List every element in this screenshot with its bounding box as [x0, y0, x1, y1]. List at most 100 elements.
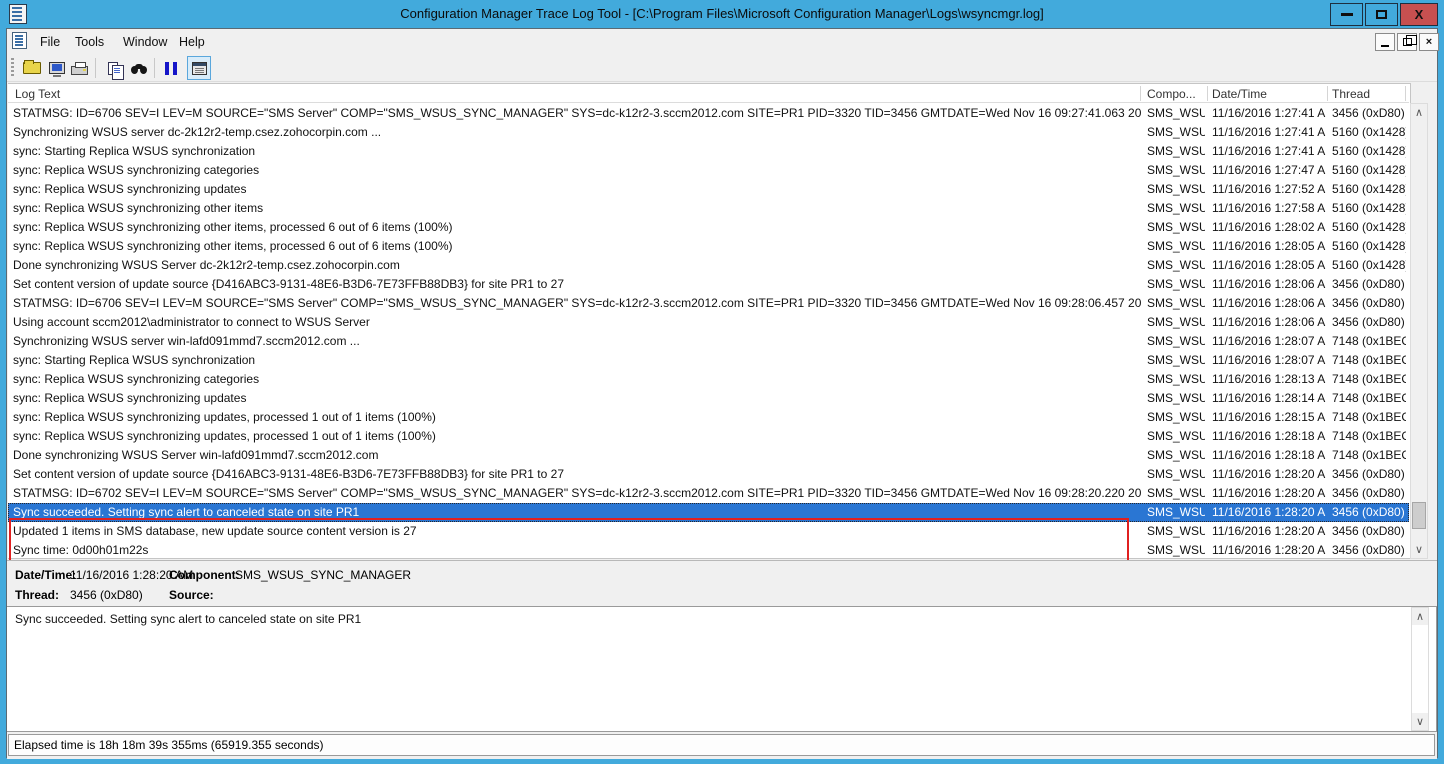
- datetime-cell: 11/16/2016 1:28:18 AM: [1212, 448, 1326, 462]
- log-text-cell: Using account sccm2012\administrator to …: [13, 315, 1141, 329]
- list-vertical-scrollbar[interactable]: ∧ ∨: [1410, 103, 1428, 559]
- column-divider[interactable]: [1405, 86, 1406, 101]
- minimize-icon: [1341, 13, 1353, 16]
- component-cell: SMS_WSUS: [1147, 353, 1205, 367]
- open-folder-icon: [23, 62, 41, 74]
- thread-cell: 5160 (0x1428): [1332, 239, 1406, 253]
- component-cell: SMS_WSUS: [1147, 410, 1205, 424]
- log-row[interactable]: STATMSG: ID=6706 SEV=I LEV=M SOURCE="SMS…: [8, 104, 1409, 123]
- log-row[interactable]: sync: Replica WSUS synchronizing categor…: [8, 370, 1409, 389]
- menu-bar: File Tools Window Help ×: [7, 29, 1437, 54]
- mdi-close-button[interactable]: ×: [1419, 33, 1439, 51]
- open-file-button[interactable]: [20, 56, 44, 80]
- mdi-close-icon: ×: [1426, 36, 1432, 48]
- column-divider[interactable]: [1207, 86, 1208, 101]
- datetime-cell: 11/16/2016 1:28:06 AM: [1212, 277, 1326, 291]
- menu-tools[interactable]: Tools: [71, 34, 108, 50]
- menu-window[interactable]: Window: [119, 34, 171, 50]
- mdi-minimize-button[interactable]: [1375, 33, 1395, 51]
- copy-button[interactable]: [101, 56, 125, 80]
- component-cell: SMS_WSUS: [1147, 106, 1205, 120]
- scroll-down-icon[interactable]: ∨: [1411, 541, 1427, 558]
- close-button[interactable]: X: [1400, 3, 1438, 26]
- title-bar[interactable]: Configuration Manager Trace Log Tool - […: [0, 0, 1444, 28]
- log-text-cell: sync: Starting Replica WSUS synchronizat…: [13, 353, 1141, 367]
- message-vertical-scrollbar[interactable]: ∧ ∨: [1411, 607, 1429, 731]
- log-text-cell: Sync time: 0d00h01m22s: [13, 543, 1141, 557]
- log-row[interactable]: sync: Replica WSUS synchronizing updates…: [8, 389, 1409, 408]
- log-text-cell: Sync succeeded. Setting sync alert to ca…: [13, 505, 1141, 519]
- log-row[interactable]: sync: Replica WSUS synchronizing updates…: [8, 408, 1409, 427]
- minimize-button[interactable]: [1330, 3, 1363, 26]
- log-text-cell: Set content version of update source {D4…: [13, 467, 1141, 481]
- scroll-down-icon[interactable]: ∨: [1412, 713, 1428, 730]
- log-row[interactable]: sync: Replica WSUS synchronizing categor…: [8, 161, 1409, 180]
- log-row[interactable]: sync: Replica WSUS synchronizing updates…: [8, 180, 1409, 199]
- component-cell: SMS_WSUS: [1147, 391, 1205, 405]
- log-row[interactable]: sync: Replica WSUS synchronizing other i…: [8, 199, 1409, 218]
- thread-cell: 3456 (0xD80): [1332, 296, 1406, 310]
- toolbar-gripper[interactable]: [11, 58, 14, 78]
- log-row[interactable]: Synchronizing WSUS server dc-2k12r2-temp…: [8, 123, 1409, 142]
- thread-cell: 5160 (0x1428): [1332, 144, 1406, 158]
- component-cell: SMS_WSUS: [1147, 524, 1205, 538]
- datetime-cell: 11/16/2016 1:28:18 AM: [1212, 429, 1326, 443]
- component-cell: SMS_WSUS: [1147, 258, 1205, 272]
- pause-button[interactable]: [159, 56, 183, 80]
- log-row[interactable]: Sync time: 0d00h01m22s SMS_WSUS 11/16/20…: [8, 541, 1409, 560]
- message-detail-toggle-button[interactable]: [187, 56, 211, 80]
- column-header-datetime[interactable]: Date/Time: [1212, 87, 1267, 101]
- print-button[interactable]: [67, 56, 91, 80]
- log-text-cell: sync: Replica WSUS synchronizing other i…: [13, 220, 1141, 234]
- log-row[interactable]: Done synchronizing WSUS Server win-lafd0…: [8, 446, 1409, 465]
- menu-file[interactable]: File: [36, 34, 64, 50]
- column-header-thread[interactable]: Thread: [1332, 87, 1370, 101]
- log-row[interactable]: Sync succeeded. Setting sync alert to ca…: [8, 503, 1409, 522]
- column-header-logtext[interactable]: Log Text: [15, 87, 60, 101]
- component-cell: SMS_WSUS: [1147, 467, 1205, 481]
- find-button[interactable]: [127, 56, 151, 80]
- log-text-cell: sync: Replica WSUS synchronizing updates: [13, 182, 1141, 196]
- detail-datetime-label: Date/Time:: [15, 568, 76, 582]
- datetime-cell: 11/16/2016 1:28:20 AM: [1212, 486, 1326, 500]
- datetime-cell: 11/16/2016 1:27:41 AM: [1212, 125, 1326, 139]
- log-row[interactable]: Done synchronizing WSUS Server dc-2k12r2…: [8, 256, 1409, 275]
- thread-cell: 7148 (0x1BEC): [1332, 372, 1406, 386]
- thread-cell: 7148 (0x1BEC): [1332, 391, 1406, 405]
- log-text-cell: STATMSG: ID=6706 SEV=I LEV=M SOURCE="SMS…: [13, 296, 1141, 310]
- log-row[interactable]: sync: Replica WSUS synchronizing updates…: [8, 427, 1409, 446]
- maximize-button[interactable]: [1365, 3, 1398, 26]
- log-rows: STATMSG: ID=6706 SEV=I LEV=M SOURCE="SMS…: [8, 104, 1409, 560]
- log-row[interactable]: Updated 1 items in SMS database, new upd…: [8, 522, 1409, 541]
- log-text-cell: sync: Replica WSUS synchronizing other i…: [13, 239, 1141, 253]
- column-header-component[interactable]: Compo...: [1147, 87, 1196, 101]
- mdi-restore-button[interactable]: [1397, 33, 1417, 51]
- log-row[interactable]: sync: Starting Replica WSUS synchronizat…: [8, 351, 1409, 370]
- log-text-cell: sync: Starting Replica WSUS synchronizat…: [13, 144, 1141, 158]
- column-divider[interactable]: [1140, 86, 1141, 101]
- log-row[interactable]: Set content version of update source {D4…: [8, 465, 1409, 484]
- log-row[interactable]: Set content version of update source {D4…: [8, 275, 1409, 294]
- datetime-cell: 11/16/2016 1:28:15 AM: [1212, 410, 1326, 424]
- log-row[interactable]: sync: Replica WSUS synchronizing other i…: [8, 237, 1409, 256]
- mdi-minimize-icon: [1381, 45, 1389, 47]
- log-row[interactable]: sync: Replica WSUS synchronizing other i…: [8, 218, 1409, 237]
- log-row[interactable]: STATMSG: ID=6706 SEV=I LEV=M SOURCE="SMS…: [8, 294, 1409, 313]
- log-row[interactable]: sync: Starting Replica WSUS synchronizat…: [8, 142, 1409, 161]
- detail-thread-value: 3456 (0xD80): [70, 588, 143, 602]
- log-row[interactable]: Synchronizing WSUS server win-lafd091mmd…: [8, 332, 1409, 351]
- thread-cell: 7148 (0x1BEC): [1332, 410, 1406, 424]
- message-detail-icon: [192, 62, 207, 75]
- scroll-up-icon[interactable]: ∧: [1412, 608, 1428, 625]
- log-row[interactable]: STATMSG: ID=6702 SEV=I LEV=M SOURCE="SMS…: [8, 484, 1409, 503]
- log-row[interactable]: Using account sccm2012\administrator to …: [8, 313, 1409, 332]
- scroll-up-icon[interactable]: ∧: [1411, 104, 1427, 121]
- scrollbar-thumb[interactable]: [1412, 502, 1426, 529]
- component-cell: SMS_WSUS: [1147, 220, 1205, 234]
- pause-icon: [165, 62, 177, 75]
- close-icon: X: [1415, 7, 1424, 22]
- open-remote-button[interactable]: [45, 56, 69, 80]
- column-divider[interactable]: [1327, 86, 1328, 101]
- datetime-cell: 11/16/2016 1:27:41 AM: [1212, 106, 1326, 120]
- menu-help[interactable]: Help: [175, 34, 209, 50]
